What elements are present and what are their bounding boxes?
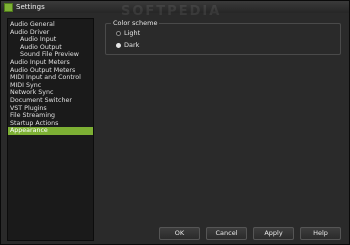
sidebar-item[interactable]: Audio Input Meters (8, 59, 93, 67)
radio-light-label: Light (124, 29, 141, 37)
sidebar-item[interactable]: Audio Driver (8, 29, 93, 37)
sidebar-item[interactable]: Startup Actions (8, 120, 93, 128)
color-scheme-group: Color scheme Light Dark (105, 19, 341, 55)
sidebar-item[interactable]: VST Plugins (8, 105, 93, 113)
settings-panel: Color scheme Light Dark (100, 18, 345, 223)
sidebar-item[interactable]: Audio Output Meters (8, 67, 93, 75)
watermark: SOFTPEDIA (121, 4, 222, 19)
help-button[interactable]: Help (300, 227, 341, 240)
settings-category-list[interactable]: Audio General Audio Driver Audio Input Audi… (7, 18, 94, 241)
settings-window: Settings SOFTPEDIA Audio General Audio Dr… (0, 0, 350, 245)
dialog-footer: OK Cancel Apply Help (1, 226, 349, 244)
window-title: Settings (16, 3, 45, 11)
app-icon (4, 2, 13, 12)
cancel-button[interactable]: Cancel (206, 227, 247, 240)
radio-light[interactable] (116, 30, 121, 36)
radio-dark-label: Dark (124, 41, 140, 49)
apply-button[interactable]: Apply (253, 227, 294, 240)
sidebar-item[interactable]: File Streaming (8, 112, 93, 120)
sidebar-item[interactable]: Sound File Preview (8, 51, 93, 59)
group-title: Color scheme (111, 19, 160, 27)
sidebar-item[interactable]: Audio General (8, 21, 93, 29)
sidebar-item[interactable]: Network Sync (8, 89, 93, 97)
sidebar-item[interactable]: MIDI Input and Control (8, 74, 93, 82)
sidebar-item[interactable]: Audio Input (8, 36, 93, 44)
radio-dark[interactable] (116, 42, 121, 48)
sidebar-item[interactable]: Document Switcher (8, 97, 93, 105)
sidebar-item[interactable]: Audio Output (8, 44, 93, 52)
sidebar-item[interactable]: MIDI Sync (8, 82, 93, 90)
sidebar-item[interactable]: Appearance (8, 127, 93, 135)
ok-button[interactable]: OK (159, 227, 200, 240)
radio-light-row[interactable]: Light (116, 29, 140, 37)
radio-dark-row[interactable]: Dark (116, 41, 139, 49)
